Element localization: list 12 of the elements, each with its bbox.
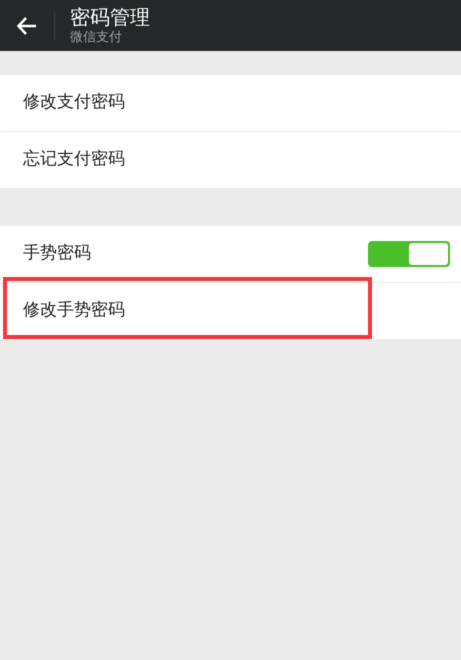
- row-label: 修改支付密码: [23, 91, 125, 114]
- row-label: 忘记支付密码: [23, 148, 125, 172]
- back-arrow-icon: [17, 16, 37, 34]
- toggle-switch[interactable]: [368, 241, 450, 267]
- row-label: 修改手势密码: [23, 299, 125, 322]
- settings-row[interactable]: 修改手势密码: [0, 283, 461, 339]
- settings-row[interactable]: 手势密码: [0, 226, 461, 282]
- page-subtitle: 微信支付: [70, 30, 123, 46]
- settings-row[interactable]: 忘记支付密码: [0, 132, 461, 188]
- page-title: 密码管理: [70, 4, 150, 30]
- row-label: 手势密码: [23, 242, 91, 266]
- settings-row[interactable]: 修改支付密码: [0, 75, 461, 131]
